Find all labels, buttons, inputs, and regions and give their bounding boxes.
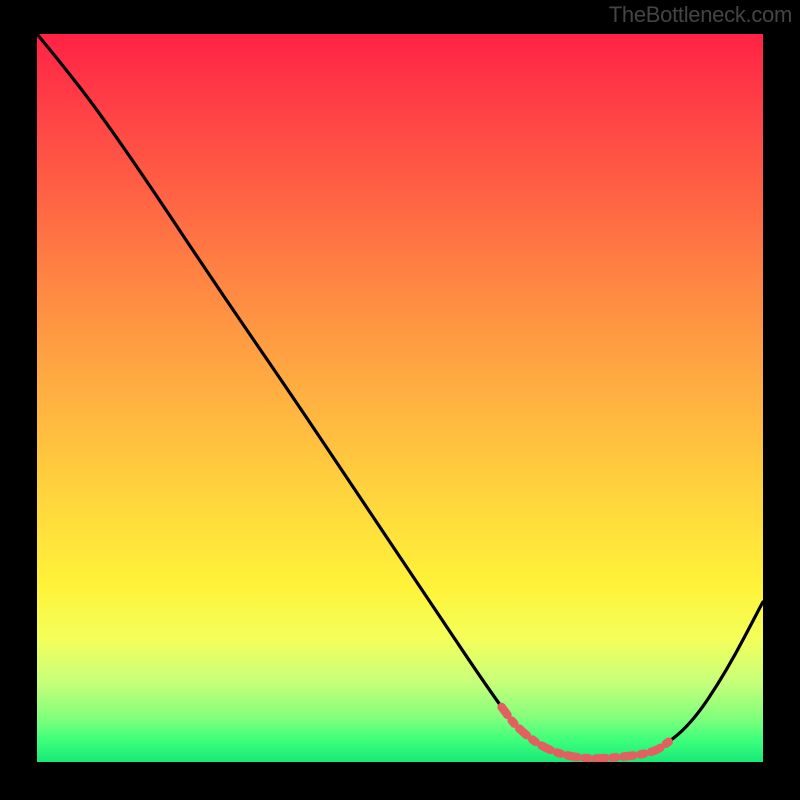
chart-frame: TheBottleneck.com xyxy=(0,0,800,800)
plot-gradient-background xyxy=(37,34,763,762)
watermark-text: TheBottleneck.com xyxy=(609,2,792,28)
